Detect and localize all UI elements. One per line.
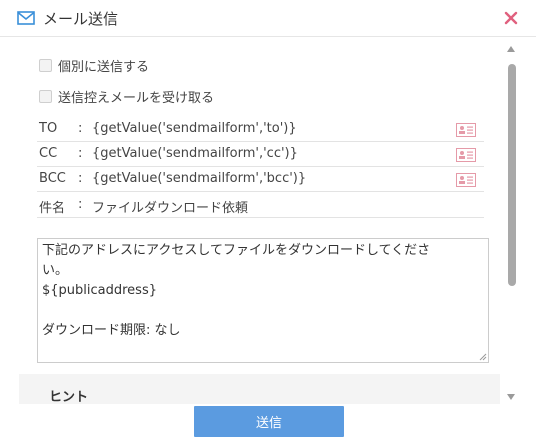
bcc-colon: : <box>78 171 83 186</box>
cc-colon: : <box>78 146 83 161</box>
body-line: ${publicaddress} <box>42 283 158 298</box>
dialog-title: メール送信 <box>43 10 119 28</box>
cc-field-row: CC : {getValue('sendmailform','cc')} <box>37 143 484 167</box>
to-label: TO <box>39 121 58 136</box>
message-body-textarea[interactable]: 下記のアドレスにアクセスしてファイルをダウンロードしてくださ い。 ${publ… <box>37 238 489 363</box>
bcc-label: BCC <box>39 171 66 186</box>
individual-send-label: 個別に送信する <box>58 59 150 75</box>
dialog-content: 個別に送信する 送信控えメールを受け取る TO : {getValue('sen… <box>0 38 536 404</box>
bcc-field-row: BCC : {getValue('sendmailform','bcc')} <box>37 168 484 192</box>
hint-title: ヒント <box>49 390 89 404</box>
subject-field-row: 件名 : ファイルダウンロード依頼 <box>37 194 484 218</box>
subject-label: 件名 <box>39 201 66 216</box>
scroll-down-icon[interactable] <box>507 394 515 400</box>
body-line: 下記のアドレスにアクセスしてファイルをダウンロードしてくださ <box>42 243 431 258</box>
send-button[interactable]: 送信 <box>194 406 344 437</box>
bcc-value[interactable]: {getValue('sendmailform','bcc')} <box>92 171 306 186</box>
to-field-row: TO : {getValue('sendmailform','to')} <box>37 118 484 142</box>
receive-copy-option[interactable]: 送信控えメールを受け取る <box>39 87 215 106</box>
address-book-icon[interactable] <box>456 173 476 187</box>
body-line: い。 <box>42 263 69 278</box>
to-colon: : <box>78 121 83 136</box>
resize-grip-icon[interactable] <box>479 353 487 361</box>
subject-value[interactable]: ファイルダウンロード依頼 <box>92 197 248 216</box>
scroll-up-icon[interactable] <box>507 46 515 52</box>
subject-colon: : <box>78 197 83 212</box>
address-book-icon[interactable] <box>456 123 476 137</box>
receive-copy-checkbox[interactable] <box>39 89 52 103</box>
hint-section[interactable]: ヒント <box>19 374 500 404</box>
cc-value[interactable]: {getValue('sendmailform','cc')} <box>92 146 298 161</box>
close-icon[interactable] <box>503 10 519 26</box>
scroll-thumb[interactable] <box>508 64 516 286</box>
dialog-header: メール送信 <box>0 0 536 37</box>
cc-label: CC <box>39 146 58 161</box>
individual-send-option[interactable]: 個別に送信する <box>39 56 150 75</box>
to-value[interactable]: {getValue('sendmailform','to')} <box>92 121 297 136</box>
mail-icon <box>17 11 35 25</box>
body-line: ダウンロード期限: なし <box>42 323 181 338</box>
body-line <box>42 301 484 321</box>
individual-send-checkbox[interactable] <box>39 58 52 72</box>
vertical-scrollbar[interactable] <box>505 42 519 404</box>
receive-copy-label: 送信控えメールを受け取る <box>58 90 215 106</box>
address-book-icon[interactable] <box>456 148 476 162</box>
